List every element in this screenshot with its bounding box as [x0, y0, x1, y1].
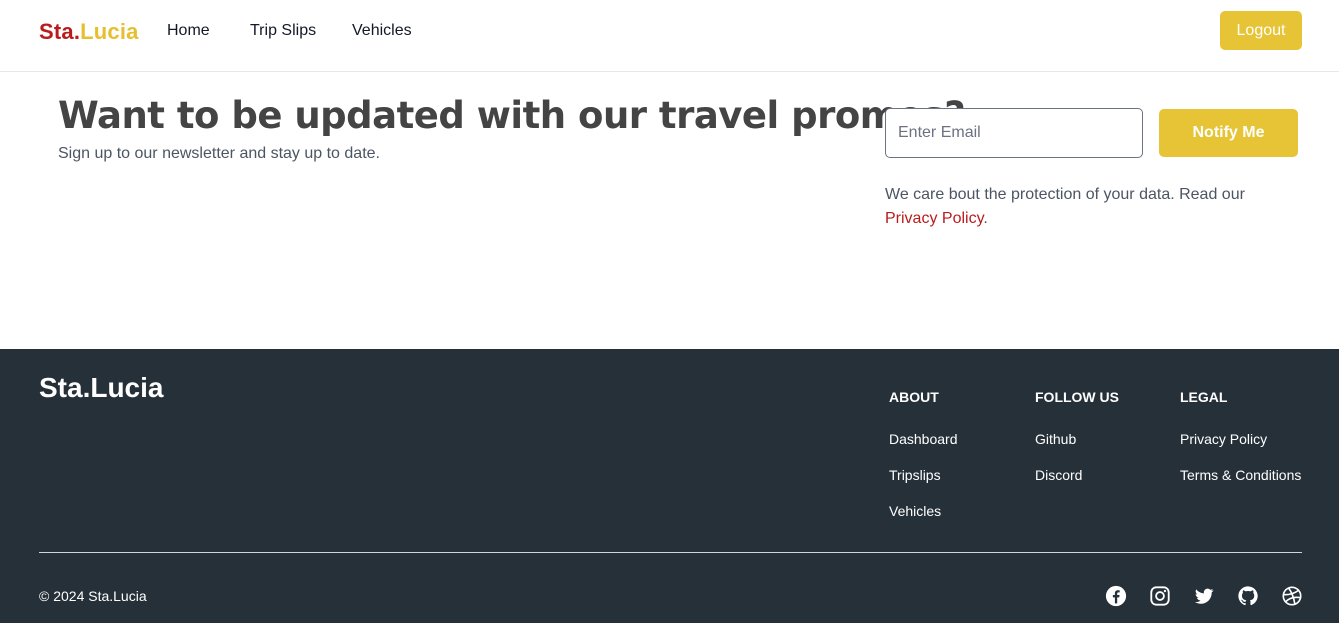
footer-link-discord[interactable]: Discord [1035, 467, 1082, 483]
footer-link-privacy-policy[interactable]: Privacy Policy [1180, 431, 1267, 447]
logout-button[interactable]: Logout [1220, 11, 1302, 50]
care-end-period: . [983, 210, 988, 227]
footer-link-github[interactable]: Github [1035, 431, 1076, 447]
github-icon[interactable] [1237, 585, 1259, 607]
nav-link-trip-slips[interactable]: Trip Slips [250, 22, 316, 40]
footer-link-terms-conditions[interactable]: Terms & Conditions [1180, 467, 1301, 483]
privacy-policy-link[interactable]: Privacy Policy [885, 210, 983, 227]
brand-logo[interactable]: Sta.Lucia [39, 19, 139, 45]
copyright-text: © 2024 Sta.Lucia [39, 588, 147, 604]
footer-link-vehicles[interactable]: Vehicles [889, 503, 941, 519]
brand-part-lucia: Lucia [80, 19, 139, 44]
data-protection-note: We care bout the protection of your data… [885, 183, 1285, 231]
footer-column-legal: LEGAL [1180, 387, 1227, 407]
facebook-icon[interactable] [1105, 585, 1127, 607]
footer-heading-follow-us: FOLLOW US [1035, 389, 1119, 405]
footer-heading-legal: LEGAL [1180, 389, 1228, 405]
navbar: Sta.Lucia Home Trip Slips Vehicles Logou… [0, 0, 1339, 72]
newsletter-subline: Sign up to our newsletter and stay up to… [58, 145, 380, 162]
footer-divider [39, 552, 1302, 553]
nav-link-home[interactable]: Home [167, 22, 210, 40]
nav-link-vehicles[interactable]: Vehicles [352, 22, 412, 40]
footer-link-tripslips[interactable]: Tripslips [889, 467, 941, 483]
twitter-icon[interactable] [1193, 585, 1215, 607]
footer: Sta.Lucia ABOUT Dashboard Tripslips Vehi… [0, 349, 1339, 623]
newsletter-headline: Want to be updated with our travel promo… [58, 94, 966, 137]
footer-column-follow-us: FOLLOW US [1035, 387, 1119, 407]
footer-link-dashboard[interactable]: Dashboard [889, 431, 958, 447]
footer-brand[interactable]: Sta.Lucia [39, 372, 163, 404]
data-protection-text: We care bout the protection of your data… [885, 186, 1245, 203]
footer-heading-about: ABOUT [889, 389, 939, 405]
brand-part-sta: Sta. [39, 19, 81, 44]
dribbble-icon[interactable] [1281, 585, 1303, 607]
email-input[interactable] [885, 108, 1143, 158]
footer-column-about: ABOUT [889, 387, 939, 407]
notify-me-button[interactable]: Notify Me [1159, 109, 1298, 157]
instagram-icon[interactable] [1149, 585, 1171, 607]
